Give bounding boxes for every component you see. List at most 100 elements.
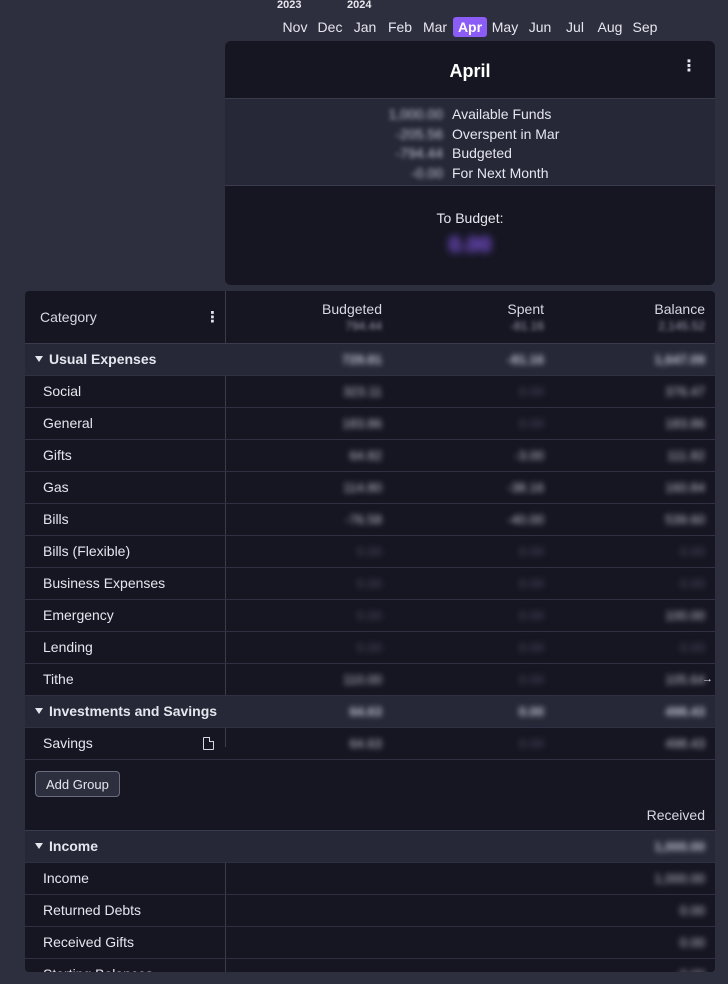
spent-total: -81.16 bbox=[509, 319, 544, 333]
balance-cell[interactable]: 498.43 bbox=[615, 728, 705, 759]
spent-cell[interactable]: 0.00 bbox=[454, 664, 544, 695]
group-name: Investments and Savings bbox=[49, 703, 218, 719]
notes-icon[interactable] bbox=[203, 737, 214, 750]
spent-cell[interactable]: 0.00 bbox=[454, 600, 544, 631]
spent-cell[interactable]: -3.00 bbox=[454, 440, 544, 471]
month-apr[interactable]: Apr bbox=[453, 17, 487, 37]
category-row[interactable]: General 183.86 0.00 183.86 bbox=[25, 408, 715, 440]
category-row[interactable]: Bills (Flexible) 0.00 0.00 0.00 bbox=[25, 536, 715, 568]
month-jul[interactable]: Jul bbox=[558, 17, 592, 37]
spent-cell[interactable]: 0.00 bbox=[454, 536, 544, 567]
summary-breakdown: 1,000.00 Available Funds -205.56 Overspe… bbox=[225, 98, 715, 186]
month-jan[interactable]: Jan bbox=[348, 17, 382, 37]
summary-row: -205.56 Overspent in Mar bbox=[225, 125, 715, 145]
income-section: Income 1,000.00 Income 1,000.00 Returned… bbox=[25, 830, 715, 972]
category-name: Received Gifts bbox=[43, 934, 135, 950]
budgeted-cell[interactable]: 0.00 bbox=[292, 568, 382, 599]
carryover-arrow-icon[interactable]: → bbox=[702, 664, 713, 695]
balance-cell[interactable]: 111.82 bbox=[615, 440, 705, 471]
income-category-row[interactable]: Income 1,000.00 bbox=[25, 863, 715, 895]
spent-cell[interactable]: -38.16 bbox=[454, 472, 544, 503]
balance-cell[interactable]: 105.64 bbox=[615, 664, 705, 695]
spent-cell[interactable]: 0.00 bbox=[454, 632, 544, 663]
budgeted-header: Budgeted 794.44 bbox=[282, 301, 382, 333]
category-row[interactable]: Gas 114.80 -38.16 160.84 bbox=[25, 472, 715, 504]
balance-header: Balance 2,145.52 bbox=[605, 301, 705, 333]
income-category-row[interactable]: Received Gifts 0.00 bbox=[25, 927, 715, 959]
budgeted-cell[interactable]: 0.00 bbox=[292, 536, 382, 567]
budgeted-cell[interactable]: -76.58 bbox=[292, 504, 382, 535]
collapse-icon[interactable] bbox=[35, 843, 43, 849]
balance-cell[interactable]: 539.60 bbox=[615, 504, 705, 535]
category-row[interactable]: Social 323.11 0.00 376.47 bbox=[25, 376, 715, 408]
month-mar[interactable]: Mar bbox=[418, 17, 452, 37]
balance-cell[interactable]: 100.00 bbox=[615, 600, 705, 631]
received-cell[interactable]: 0.00 bbox=[615, 927, 705, 958]
collapse-icon[interactable] bbox=[35, 356, 43, 362]
received-cell[interactable]: 1,000.00 bbox=[615, 863, 705, 894]
category-menu-icon[interactable]: ⋮ bbox=[205, 308, 220, 326]
group-row-income[interactable]: Income 1,000.00 bbox=[25, 831, 715, 863]
budgeted-label: Budgeted bbox=[322, 301, 382, 317]
year-label: 2024 bbox=[347, 0, 372, 11]
category-name: Social bbox=[43, 383, 82, 399]
budgeted-cell[interactable]: 110.00 bbox=[292, 664, 382, 695]
month-may[interactable]: May bbox=[488, 17, 522, 37]
category-name: Tithe bbox=[43, 671, 74, 687]
spent-cell[interactable]: 0.00 bbox=[454, 376, 544, 407]
summary-row: -0.00 For Next Month bbox=[225, 164, 715, 184]
budgeted-cell[interactable]: 323.11 bbox=[292, 376, 382, 407]
budgeted-cell[interactable]: 64.63 bbox=[292, 728, 382, 759]
category-row[interactable]: Lending 0.00 0.00 0.00 bbox=[25, 632, 715, 664]
group-spent: -81.16 bbox=[507, 352, 544, 367]
month-sep[interactable]: Sep bbox=[628, 17, 662, 37]
category-row[interactable]: Bills -76.58 -40.00 539.60 bbox=[25, 504, 715, 536]
summary-row: 1,000.00 Available Funds bbox=[225, 105, 715, 125]
spent-cell[interactable]: -40.00 bbox=[454, 504, 544, 535]
group-row-usual-expenses[interactable]: Usual Expenses 729.81 -81.16 1,647.09 bbox=[25, 344, 715, 376]
category-name: Bills (Flexible) bbox=[43, 543, 131, 559]
balance-cell[interactable]: 0.00 bbox=[615, 568, 705, 599]
budgeted-cell[interactable]: 114.80 bbox=[292, 472, 382, 503]
received-cell[interactable]: 0.00 bbox=[615, 895, 705, 926]
spent-cell[interactable]: 0.00 bbox=[454, 728, 544, 759]
budgeted-cell[interactable]: 64.82 bbox=[292, 440, 382, 471]
spent-cell[interactable]: 0.00 bbox=[454, 568, 544, 599]
received-cell[interactable]: 0.00 bbox=[615, 959, 705, 972]
category-row[interactable]: Business Expenses 0.00 0.00 0.00 bbox=[25, 568, 715, 600]
to-budget-value[interactable]: 0.00 bbox=[225, 232, 715, 258]
balance-cell[interactable]: 160.84 bbox=[615, 472, 705, 503]
category-row[interactable]: Gifts 64.82 -3.00 111.82 bbox=[25, 440, 715, 472]
budget-summary-card: April ⋮ 1,000.00 Available Funds -205.56… bbox=[225, 41, 715, 285]
category-row[interactable]: Tithe 110.00 0.00 105.64 → bbox=[25, 664, 715, 696]
month-aug[interactable]: Aug bbox=[593, 17, 627, 37]
month-jun[interactable]: Jun bbox=[523, 17, 557, 37]
income-category-row[interactable]: Starting Balances 0.00 bbox=[25, 959, 715, 972]
category-row[interactable]: Savings 64.63 0.00 498.43 bbox=[25, 728, 715, 760]
category-name: General bbox=[43, 415, 93, 431]
group-received: 1,000.00 bbox=[654, 839, 705, 854]
budgeted-cell[interactable]: 183.86 bbox=[292, 408, 382, 439]
add-group-area: Add Group Received bbox=[25, 760, 715, 830]
category-row[interactable]: Emergency 0.00 0.00 100.00 bbox=[25, 600, 715, 632]
budgeted-cell[interactable]: 0.00 bbox=[292, 632, 382, 663]
month-feb[interactable]: Feb bbox=[383, 17, 417, 37]
summary-title: April bbox=[449, 61, 491, 81]
spent-cell[interactable]: 0.00 bbox=[454, 408, 544, 439]
balance-cell[interactable]: 376.47 bbox=[615, 376, 705, 407]
received-header: Received bbox=[646, 807, 705, 823]
month-dec[interactable]: Dec bbox=[313, 17, 347, 37]
add-group-button[interactable]: Add Group bbox=[35, 771, 120, 797]
balance-cell[interactable]: 183.86 bbox=[615, 408, 705, 439]
balance-cell[interactable]: 0.00 bbox=[615, 536, 705, 567]
more-options-icon[interactable]: ⋮ bbox=[681, 59, 697, 75]
budgeted-cell[interactable]: 0.00 bbox=[292, 600, 382, 631]
collapse-icon[interactable] bbox=[35, 708, 43, 714]
summary-label: Budgeted bbox=[452, 145, 512, 161]
income-category-row[interactable]: Returned Debts 0.00 bbox=[25, 895, 715, 927]
group-row-investments-and-savings[interactable]: Investments and Savings 64.63 0.00 498.4… bbox=[25, 696, 715, 728]
spent-header: Spent -81.16 bbox=[444, 301, 544, 333]
summary-value: -0.00 bbox=[411, 164, 443, 181]
balance-cell[interactable]: 0.00 bbox=[615, 632, 705, 663]
month-nov[interactable]: Nov bbox=[278, 17, 312, 37]
